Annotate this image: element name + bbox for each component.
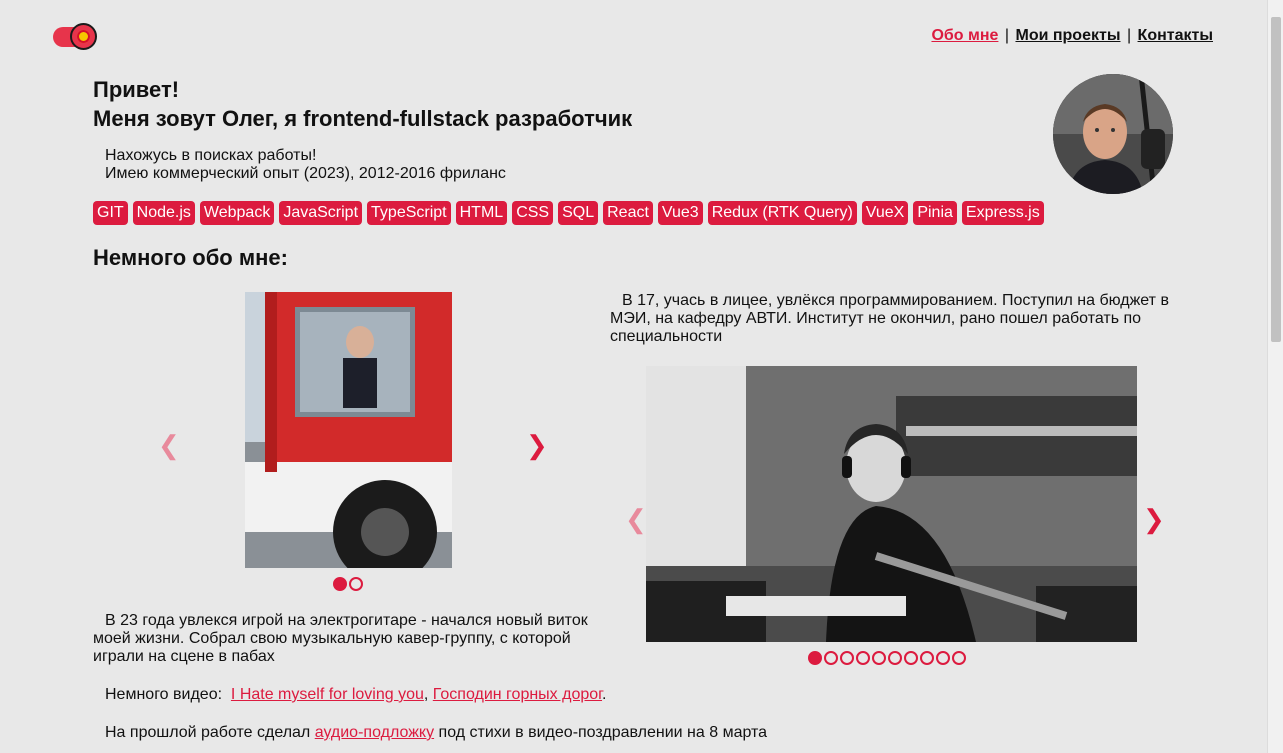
slider-right-next-icon[interactable]: ❯ — [1143, 506, 1165, 532]
nav-contacts[interactable]: Контакты — [1138, 27, 1213, 44]
logo-theme-toggle[interactable] — [53, 23, 97, 50]
slider-dot[interactable] — [808, 651, 822, 665]
nav-separator: | — [1004, 27, 1010, 44]
skill-tag: SQL — [558, 201, 599, 225]
top-nav: Обо мне | Мои проекты | Контакты — [931, 27, 1213, 45]
skill-tag: GIT — [93, 201, 128, 225]
intro: Меня зовут Олег, я frontend-fullstack ра… — [93, 106, 633, 131]
nav-separator: | — [1126, 27, 1132, 44]
skill-tag: Express.js — [961, 201, 1044, 225]
skill-tag: TypeScript — [367, 201, 451, 225]
nav-about[interactable]: Обо мне — [931, 27, 998, 44]
slider-left-next-icon[interactable]: ❯ — [526, 432, 548, 458]
slider-dot[interactable] — [888, 651, 902, 665]
hero-info: Нахожусь в поисках работы! Имею коммерче… — [105, 147, 506, 183]
skill-tag: Pinia — [913, 201, 957, 225]
about-text-guitar: В 23 года увлекся игрой на электрогитаре… — [93, 612, 588, 665]
work-text-before: На прошлой работе сделал — [105, 724, 311, 741]
work-line: На прошлой работе сделал аудио-подложку … — [105, 724, 767, 742]
skill-tag: React — [603, 201, 653, 225]
info-line-1: Нахожусь в поисках работы! — [105, 147, 317, 164]
work-text-after: под стихи в видео-поздравлении на 8 март… — [438, 724, 768, 741]
about-heading: Немного обо мне: — [93, 245, 288, 270]
slider-dot[interactable] — [952, 651, 966, 665]
skill-tag: Vue3 — [657, 201, 703, 225]
skill-tag: JavaScript — [279, 201, 363, 225]
about-text-programming: В 17, учась в лицее, увлёкся программиро… — [610, 292, 1169, 345]
skill-tag: Node.js — [132, 201, 195, 225]
video-line: Немного видео: I Hate myself for loving … — [105, 686, 606, 704]
video-link-1[interactable]: I Hate myself for loving you — [231, 686, 424, 703]
slider-dot[interactable] — [936, 651, 950, 665]
slider-dot[interactable] — [840, 651, 854, 665]
slider-dot[interactable] — [824, 651, 838, 665]
video-label: Немного видео: — [105, 686, 223, 703]
work-audio-link[interactable]: аудио-подложку — [315, 724, 434, 741]
slider-right-dots — [808, 651, 966, 665]
slider-dot[interactable] — [349, 577, 363, 591]
slider-left-dots — [333, 577, 363, 591]
video-separator: , — [423, 686, 429, 703]
page-scrollbar[interactable] — [1267, 0, 1283, 753]
slider-left-prev-icon[interactable]: ❮ — [158, 432, 180, 458]
skill-tag: Webpack — [199, 201, 275, 225]
video-end: . — [602, 686, 607, 703]
info-line-2: Имею коммерческий опыт (2023), 2012-2016… — [105, 165, 506, 182]
video-link-2[interactable]: Господин горных дорог — [433, 686, 602, 703]
avatar — [1053, 74, 1173, 194]
slider-dot[interactable] — [872, 651, 886, 665]
skills-list: GIT Node.js Webpack JavaScript TypeScrip… — [93, 201, 1044, 225]
slider-dot[interactable] — [920, 651, 934, 665]
slider-left-photo — [245, 292, 452, 568]
slider-right-prev-icon[interactable]: ❮ — [625, 506, 647, 532]
slider-dot[interactable] — [333, 577, 347, 591]
slider-right-photo — [646, 366, 1137, 642]
skill-tag: CSS — [512, 201, 554, 225]
slider-dot[interactable] — [904, 651, 918, 665]
hero-heading: Привет! Меня зовут Олег, я frontend-full… — [93, 75, 632, 133]
greeting: Привет! — [93, 77, 180, 102]
slider-dot[interactable] — [856, 651, 870, 665]
skill-tag: HTML — [455, 201, 508, 225]
scrollbar-thumb[interactable] — [1271, 17, 1281, 342]
skill-tag: VueX — [861, 201, 909, 225]
nav-projects[interactable]: Мои проекты — [1015, 27, 1120, 44]
sun-icon — [77, 30, 90, 43]
toggle-knob — [70, 23, 97, 50]
skill-tag: Redux (RTK Query) — [707, 201, 857, 225]
